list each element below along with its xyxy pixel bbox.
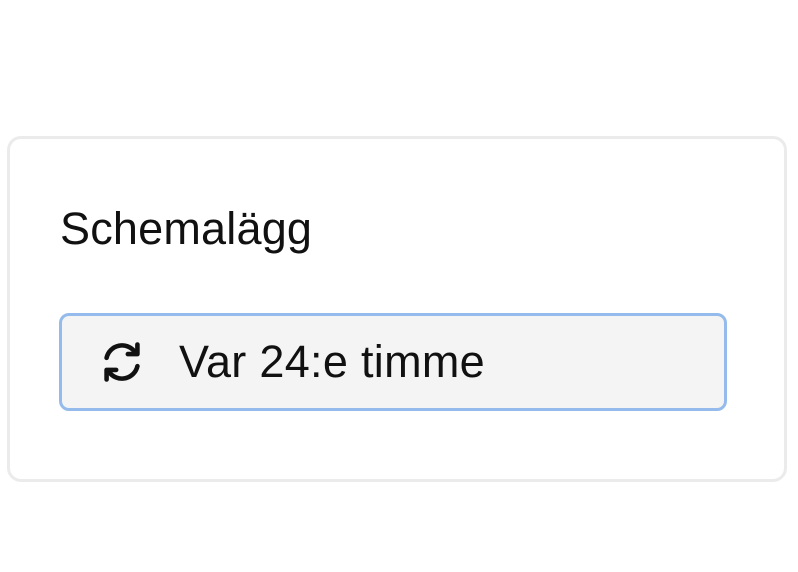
schedule-card: Schemalägg Var 24:e timme — [7, 136, 787, 482]
page: Schemalägg Var 24:e timme — [0, 0, 798, 572]
schedule-interval-value: Var 24:e timme — [179, 336, 485, 387]
refresh-icon — [97, 337, 147, 387]
schedule-interval-select[interactable]: Var 24:e timme — [59, 313, 727, 411]
schedule-title: Schemalägg — [60, 203, 313, 254]
